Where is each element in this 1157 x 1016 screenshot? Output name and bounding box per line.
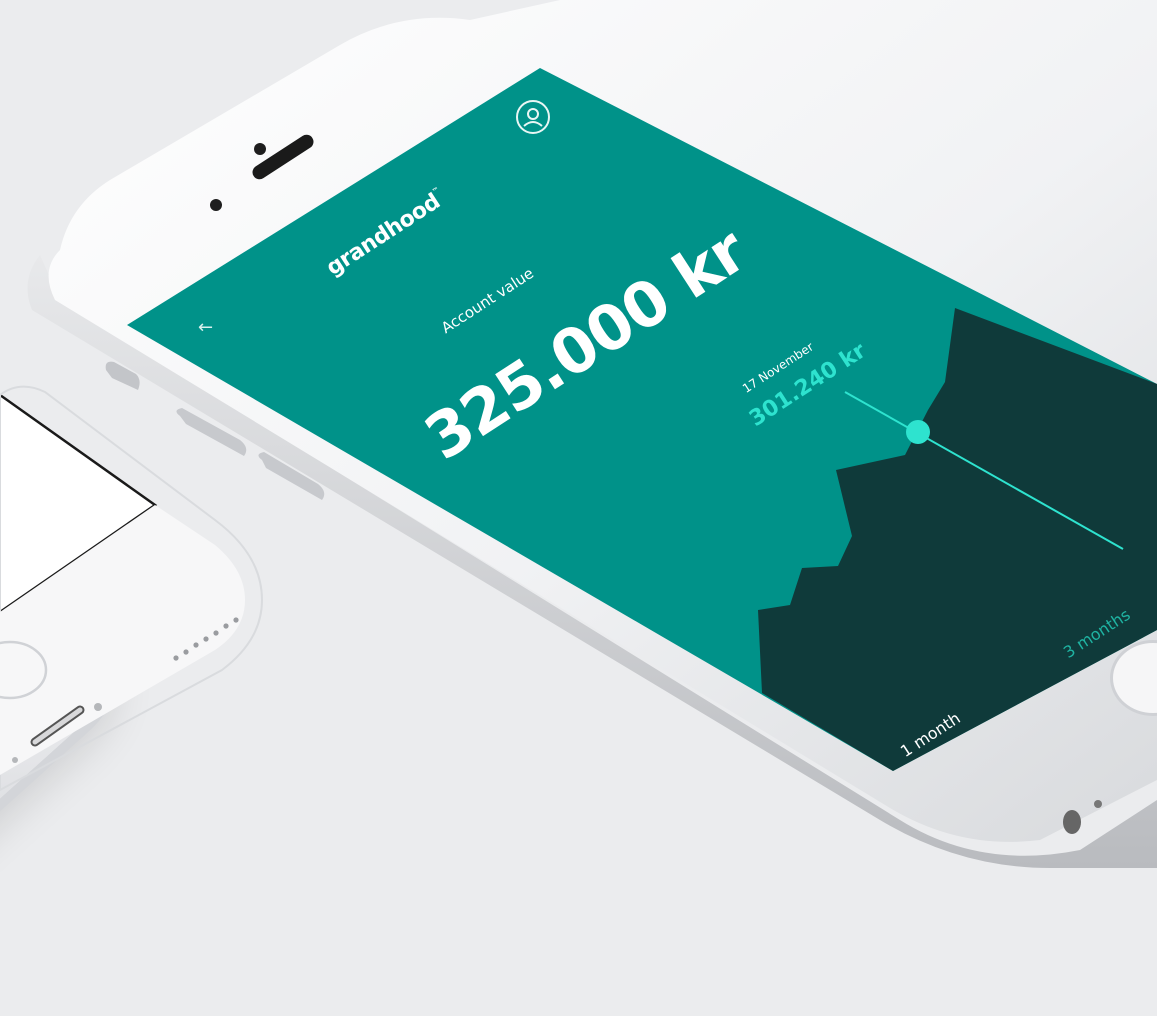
arrow-left-icon: ← — [198, 317, 214, 338]
profile-button[interactable] — [516, 100, 550, 134]
main-phone-frame — [27, 0, 1157, 868]
proximity-sensor — [210, 199, 222, 211]
device-mockup-scene: ← grandhood™ Account value 325.000 kr 17… — [0, 0, 1157, 1016]
back-button[interactable]: ← — [198, 317, 213, 338]
chart-marker — [906, 420, 930, 444]
front-camera — [254, 143, 266, 155]
user-circle-icon — [523, 108, 543, 127]
